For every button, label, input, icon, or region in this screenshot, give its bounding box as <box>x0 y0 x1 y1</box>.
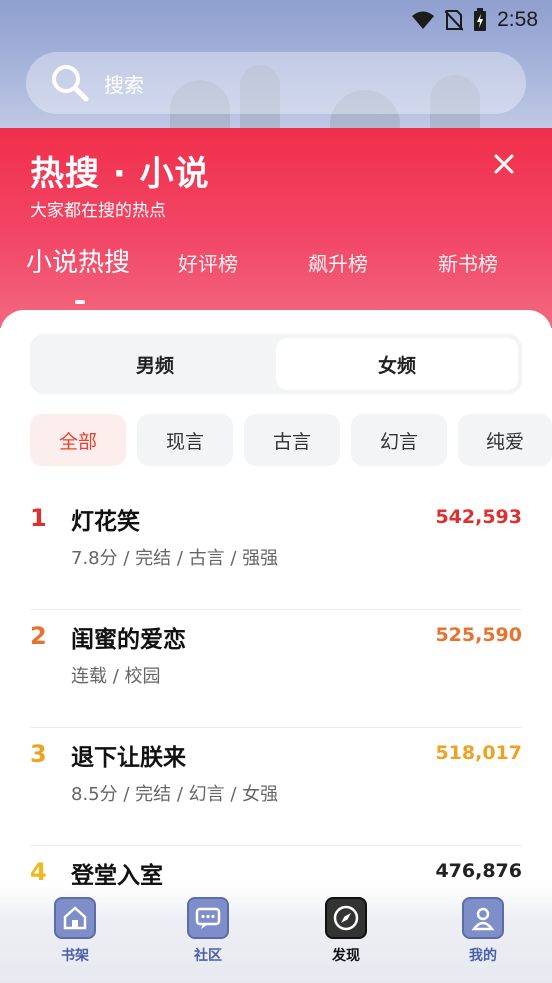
page-subtitle: 大家都在搜的热点 <box>30 201 166 221</box>
ranking-item[interactable]: 1 灯花笑 7.8分 / 完结 / 古言 / 强强 542,593 <box>30 492 522 610</box>
book-meta: 8.5分 / 完结 / 幻言 / 女强 <box>71 784 279 805</box>
page-title: 热搜 · 小说 <box>30 154 210 194</box>
hot-score: 525,590 <box>435 624 522 646</box>
discover-compass-icon <box>325 897 367 939</box>
status-time: 2:58 <box>497 8 538 31</box>
category-chip-pure-love[interactable]: 纯爱 <box>458 414 552 466</box>
book-meta: 连载 / 校园 <box>71 666 161 687</box>
no-sim-icon <box>445 10 464 31</box>
gender-female-option[interactable]: 女频 <box>276 338 518 390</box>
ranking-tabs: 小说热搜 好评榜 飙升榜 新书榜 <box>0 248 552 298</box>
hot-search-header: 热搜 · 小说 大家都在搜的热点 小说热搜 好评榜 飙升榜 新书榜 <box>0 128 552 328</box>
hot-score: 518,017 <box>435 742 522 764</box>
tab-novel-hot[interactable]: 小说热搜 <box>26 242 130 279</box>
hot-score: 542,593 <box>435 506 522 528</box>
profile-user-icon <box>462 897 504 939</box>
tab-rising[interactable]: 飙升榜 <box>308 248 368 277</box>
active-tab-indicator <box>75 300 85 304</box>
nav-label: 发现 <box>332 948 360 964</box>
category-chip-ancient[interactable]: 古言 <box>244 414 340 466</box>
nav-item-profile[interactable]: 我的 <box>443 893 523 973</box>
search-bar[interactable]: 搜索 <box>26 52 526 114</box>
wifi-icon <box>412 11 435 29</box>
book-meta: 7.8分 / 完结 / 古言 / 强强 <box>71 548 279 569</box>
gender-male-option[interactable]: 男频 <box>34 338 276 390</box>
ranking-item[interactable]: 2 闺蜜的爱恋 连载 / 校园 525,590 <box>30 610 522 728</box>
battery-charging-icon <box>474 8 487 31</box>
hot-score: 476,876 <box>435 860 522 882</box>
nav-item-discover[interactable]: 发现 <box>306 893 386 973</box>
ranking-item[interactable]: 3 退下让朕来 8.5分 / 完结 / 幻言 / 女强 518,017 <box>30 728 522 846</box>
rank-number: 2 <box>30 622 47 650</box>
rank-number: 4 <box>30 858 47 886</box>
category-chip-all[interactable]: 全部 <box>30 414 126 466</box>
bookshelf-home-icon <box>54 897 96 939</box>
nav-item-community[interactable]: 社区 <box>168 893 248 973</box>
close-button[interactable] <box>486 146 522 182</box>
book-title: 退下让朕来 <box>71 745 186 771</box>
category-chip-modern[interactable]: 现言 <box>137 414 233 466</box>
bottom-nav: 书架 社区 发现 我的 <box>0 885 552 983</box>
rank-number: 1 <box>30 504 47 532</box>
gender-toggle: 男频 女频 <box>30 334 522 394</box>
community-chat-icon <box>187 897 229 939</box>
status-bar: 2:58 <box>0 0 552 40</box>
book-title: 灯花笑 <box>71 509 140 535</box>
category-chip-fantasy[interactable]: 幻言 <box>351 414 447 466</box>
book-title: 闺蜜的爱恋 <box>71 627 186 653</box>
main-content: 男频 女频 全部 现言 古言 幻言 纯爱 1 灯花笑 7.8分 / 完结 / 古… <box>0 310 552 983</box>
tab-new-books[interactable]: 新书榜 <box>438 248 498 277</box>
nav-label: 我的 <box>469 948 497 964</box>
rank-number: 3 <box>30 740 47 768</box>
nav-item-bookshelf[interactable]: 书架 <box>35 893 115 973</box>
tab-top-rated[interactable]: 好评榜 <box>178 248 238 277</box>
search-placeholder: 搜索 <box>104 72 144 97</box>
close-icon <box>494 154 514 174</box>
nav-label: 书架 <box>61 948 89 964</box>
nav-label: 社区 <box>194 948 222 964</box>
search-icon <box>52 65 89 102</box>
